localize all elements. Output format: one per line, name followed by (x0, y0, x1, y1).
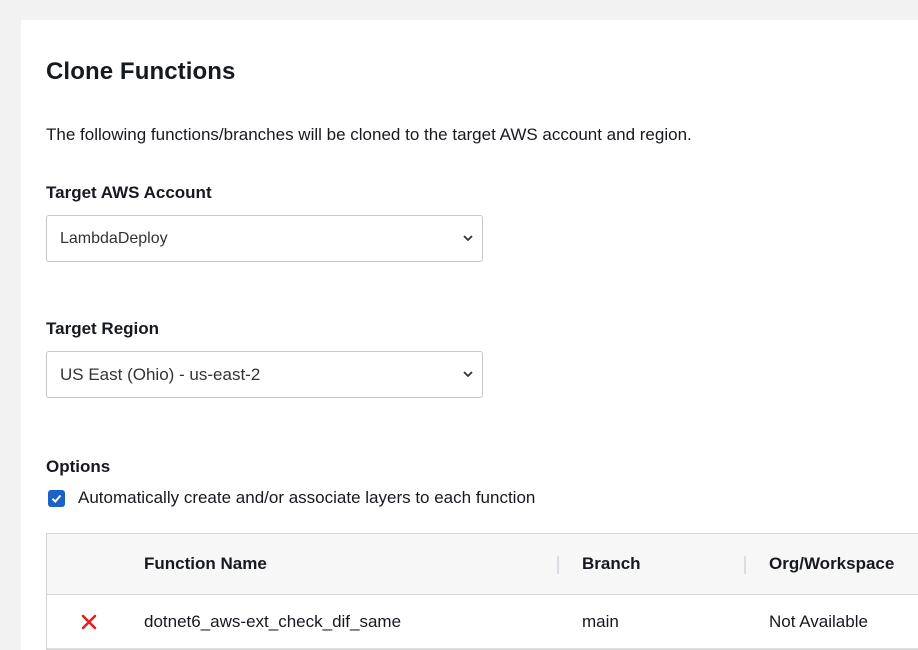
table-header: Function Name Branch Org/Workspace (47, 534, 918, 595)
table-row: dotnet6_aws-ext_check_dif_same main Not … (47, 595, 918, 649)
column-header-branch: Branch (582, 554, 641, 573)
target-account-select[interactable]: LambdaDeploy (46, 215, 483, 262)
column-divider (557, 556, 559, 574)
target-region-label: Target Region (46, 319, 160, 338)
x-icon[interactable] (80, 613, 98, 631)
target-region-value: US East (Ohio) - us-east-2 (60, 364, 261, 384)
target-account-value: LambdaDeploy (60, 229, 168, 247)
page-title: Clone Functions (46, 58, 236, 85)
auto-layers-label: Automatically create and/or associate la… (78, 488, 536, 507)
clone-functions-panel: Clone Functions The following functions/… (21, 20, 918, 650)
checkmark-icon (51, 494, 62, 503)
auto-layers-option[interactable]: Automatically create and/or associate la… (48, 488, 535, 508)
branch-cell: main (582, 612, 619, 631)
page-description: The following functions/branches will be… (46, 125, 692, 144)
column-divider (744, 556, 746, 574)
remove-row-button[interactable] (80, 595, 98, 649)
target-region-select[interactable]: US East (Ohio) - us-east-2 (46, 351, 483, 398)
options-label: Options (46, 457, 111, 476)
functions-table: Function Name Branch Org/Workspace dotne… (46, 533, 918, 650)
org-workspace-cell: Not Available (769, 612, 868, 631)
function-name-cell: dotnet6_aws-ext_check_dif_same (144, 612, 402, 631)
chevron-down-icon (463, 370, 473, 377)
chevron-down-icon (463, 234, 473, 241)
column-header-org-workspace: Org/Workspace (769, 554, 895, 573)
column-header-function-name: Function Name (144, 554, 267, 573)
target-account-label: Target AWS Account (46, 183, 212, 202)
auto-layers-checkbox[interactable] (48, 489, 65, 507)
